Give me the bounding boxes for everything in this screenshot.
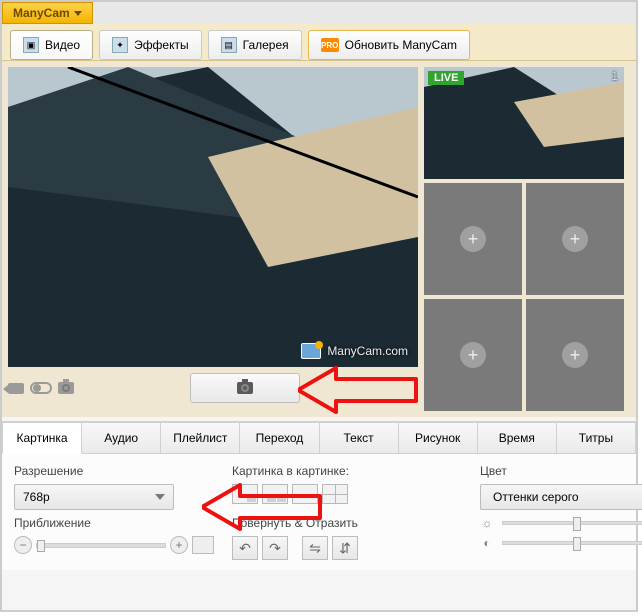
pip-layout-3[interactable]	[292, 484, 318, 504]
pip-layout-2[interactable]	[262, 484, 288, 504]
effects-icon: ✦	[112, 37, 128, 53]
preview-controls	[8, 373, 418, 403]
tab-label: Эффекты	[134, 38, 189, 52]
zoom-group: Приближение − +	[14, 516, 214, 560]
pip-group: Картинка в картинке:	[232, 464, 462, 510]
zoom-slider[interactable]	[36, 543, 166, 548]
thumb-add-3[interactable]: +	[526, 183, 624, 295]
pip-label: Картинка в картинке:	[232, 464, 462, 478]
rotate-right-button[interactable]: ↷	[262, 536, 288, 560]
zoom-in-button[interactable]: +	[170, 536, 188, 554]
tab-label: Обновить ManyCam	[345, 38, 457, 52]
preview-image	[8, 67, 418, 367]
btab-transition[interactable]: Переход	[240, 422, 319, 454]
brand-menu-button[interactable]: ManyCam	[2, 2, 93, 24]
tab-effects[interactable]: ✦ Эффекты	[99, 30, 202, 60]
zoom-label: Приближение	[14, 516, 214, 530]
chevron-down-icon	[74, 11, 82, 16]
bottom-tabstrip: Картинка Аудио Плейлист Переход Текст Ри…	[2, 421, 636, 454]
btab-text[interactable]: Текст	[320, 422, 399, 454]
btab-time[interactable]: Время	[478, 422, 557, 454]
plus-icon: +	[562, 342, 588, 368]
pro-badge-icon: PRO	[321, 38, 339, 52]
thumb-add-2[interactable]: +	[424, 183, 522, 295]
contrast-icon: ◐	[480, 536, 494, 550]
camera-icon	[237, 382, 253, 394]
tab-label: Галерея	[243, 38, 289, 52]
color-label: Цвет	[480, 464, 642, 478]
color-group: Цвет Оттенки серого	[480, 464, 642, 510]
tab-upgrade[interactable]: PRO Обновить ManyCam	[308, 30, 470, 60]
rotate-group: Повернуть & Отразить ↶ ↷ ⇋ ⇵	[232, 516, 462, 560]
plus-icon: +	[562, 226, 588, 252]
thumb-number: 1	[611, 69, 618, 83]
resolution-value: 768p	[23, 490, 50, 504]
zoom-region-button[interactable]	[192, 536, 214, 554]
flip-horizontal-button[interactable]: ⇋	[302, 536, 328, 560]
toggle-icon[interactable]	[30, 382, 52, 394]
pip-layout-4[interactable]	[322, 484, 348, 504]
videocam-icon[interactable]	[8, 383, 24, 394]
brightness-slider[interactable]	[502, 521, 642, 525]
pip-layouts	[232, 484, 462, 504]
chevron-down-icon	[155, 494, 165, 500]
brand-bar: ManyCam	[2, 2, 636, 24]
adjust-group: ☼ ◐	[480, 516, 642, 560]
gallery-icon: ▤	[221, 37, 237, 53]
plus-icon: +	[460, 226, 486, 252]
source-thumbnails: LIVE 1 + + + +	[424, 67, 624, 411]
manycam-logo-icon	[301, 343, 321, 359]
top-tabstrip: ▣ Видео ✦ Эффекты ▤ Галерея PRO Обновить…	[2, 24, 636, 61]
preview-column: ManyCam.com	[8, 67, 418, 411]
settings-panel: Разрешение 768p Картинка в картинке: Цве…	[2, 454, 636, 570]
plus-icon: +	[460, 342, 486, 368]
watermark: ManyCam.com	[301, 343, 408, 359]
thumb-add-5[interactable]: +	[526, 299, 624, 411]
btab-drawing[interactable]: Рисунок	[399, 422, 478, 454]
tab-label: Видео	[45, 38, 80, 52]
rotate-label: Повернуть & Отразить	[232, 516, 462, 530]
snapshot-button[interactable]	[190, 373, 300, 403]
resolution-dropdown[interactable]: 768p	[14, 484, 174, 510]
camera-icon[interactable]	[58, 382, 74, 394]
rotate-left-button[interactable]: ↶	[232, 536, 258, 560]
zoom-out-button[interactable]: −	[14, 536, 32, 554]
main-area: ManyCam.com	[2, 61, 636, 417]
video-icon: ▣	[23, 37, 39, 53]
video-preview[interactable]: ManyCam.com	[8, 67, 418, 367]
contrast-slider[interactable]	[502, 541, 642, 545]
thumb-1[interactable]: LIVE 1	[424, 67, 624, 179]
resolution-label: Разрешение	[14, 464, 214, 478]
btab-titles[interactable]: Титры	[557, 422, 636, 454]
btab-audio[interactable]: Аудио	[82, 422, 161, 454]
tab-gallery[interactable]: ▤ Галерея	[208, 30, 302, 60]
watermark-text: ManyCam.com	[327, 344, 408, 358]
thumb-add-4[interactable]: +	[424, 299, 522, 411]
flip-vertical-button[interactable]: ⇵	[332, 536, 358, 560]
brand-label: ManyCam	[13, 6, 70, 20]
pip-layout-1[interactable]	[232, 484, 258, 504]
btab-playlist[interactable]: Плейлист	[161, 422, 240, 454]
recording-icons	[8, 382, 74, 394]
app-window: ManyCam ▣ Видео ✦ Эффекты ▤ Галерея PRO …	[0, 0, 638, 612]
btab-picture[interactable]: Картинка	[2, 422, 82, 454]
live-badge: LIVE	[428, 71, 464, 85]
tab-video[interactable]: ▣ Видео	[10, 30, 93, 60]
resolution-group: Разрешение 768p	[14, 464, 214, 510]
grayscale-button[interactable]: Оттенки серого	[480, 484, 642, 510]
brightness-icon: ☼	[480, 516, 494, 530]
annotation-arrow-icon	[298, 365, 418, 415]
